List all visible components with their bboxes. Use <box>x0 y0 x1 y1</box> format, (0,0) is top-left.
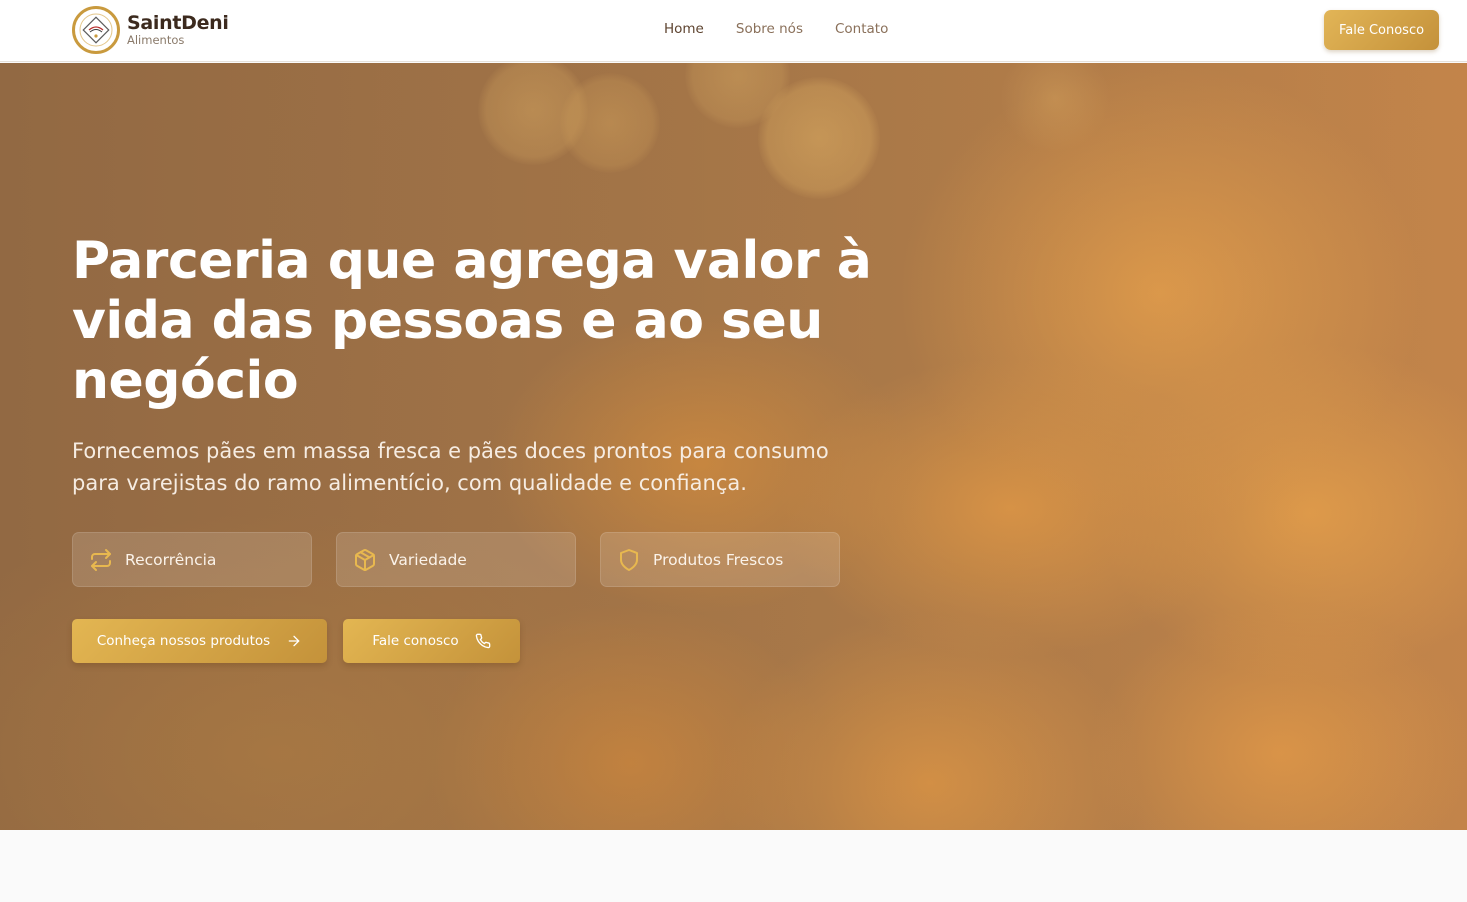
next-section <box>0 830 1467 902</box>
brand-subtitle: Alimentos <box>127 32 185 47</box>
repeat-icon <box>89 548 113 572</box>
hero-subtitle: Fornecemos pães em massa fresca e pães d… <box>72 439 829 495</box>
hero-section: Parceria que agrega valor à vida das pes… <box>0 63 1467 830</box>
arrow-right-icon <box>286 633 302 649</box>
feature-produtos-frescos: Produtos Frescos <box>600 532 840 587</box>
main-nav: Home Sobre nós Contato <box>664 21 888 37</box>
feature-label: Variedade <box>389 550 467 569</box>
feature-label: Recorrência <box>125 550 217 569</box>
package-icon <box>353 548 377 572</box>
hero-title: Parceria que agrega valor à vida das pes… <box>72 231 872 411</box>
nav-home[interactable]: Home <box>664 21 704 37</box>
brand-logo[interactable]: SaintDeni Alimentos <box>72 6 229 54</box>
contact-button[interactable]: Fale conosco <box>343 619 520 663</box>
header-contact-button[interactable]: Fale Conosco <box>1324 10 1439 50</box>
products-button-label: Conheça nossos produtos <box>96 633 271 649</box>
shield-icon <box>617 548 641 572</box>
brand-name: SaintDeni <box>127 11 229 34</box>
logo-emblem-icon <box>72 6 120 54</box>
feature-recorrencia: Recorrência <box>72 532 312 587</box>
nav-sobre-nos[interactable]: Sobre nós <box>736 21 803 37</box>
site-header: SaintDeni Alimentos Home Sobre nós Conta… <box>0 0 1467 62</box>
contact-button-label: Fale conosco <box>372 633 459 649</box>
nav-contato[interactable]: Contato <box>835 21 888 37</box>
feature-variedade: Variedade <box>336 532 576 587</box>
products-button[interactable]: Conheça nossos produtos <box>72 619 327 663</box>
phone-icon <box>475 633 491 649</box>
feature-label: Produtos Frescos <box>653 550 784 569</box>
